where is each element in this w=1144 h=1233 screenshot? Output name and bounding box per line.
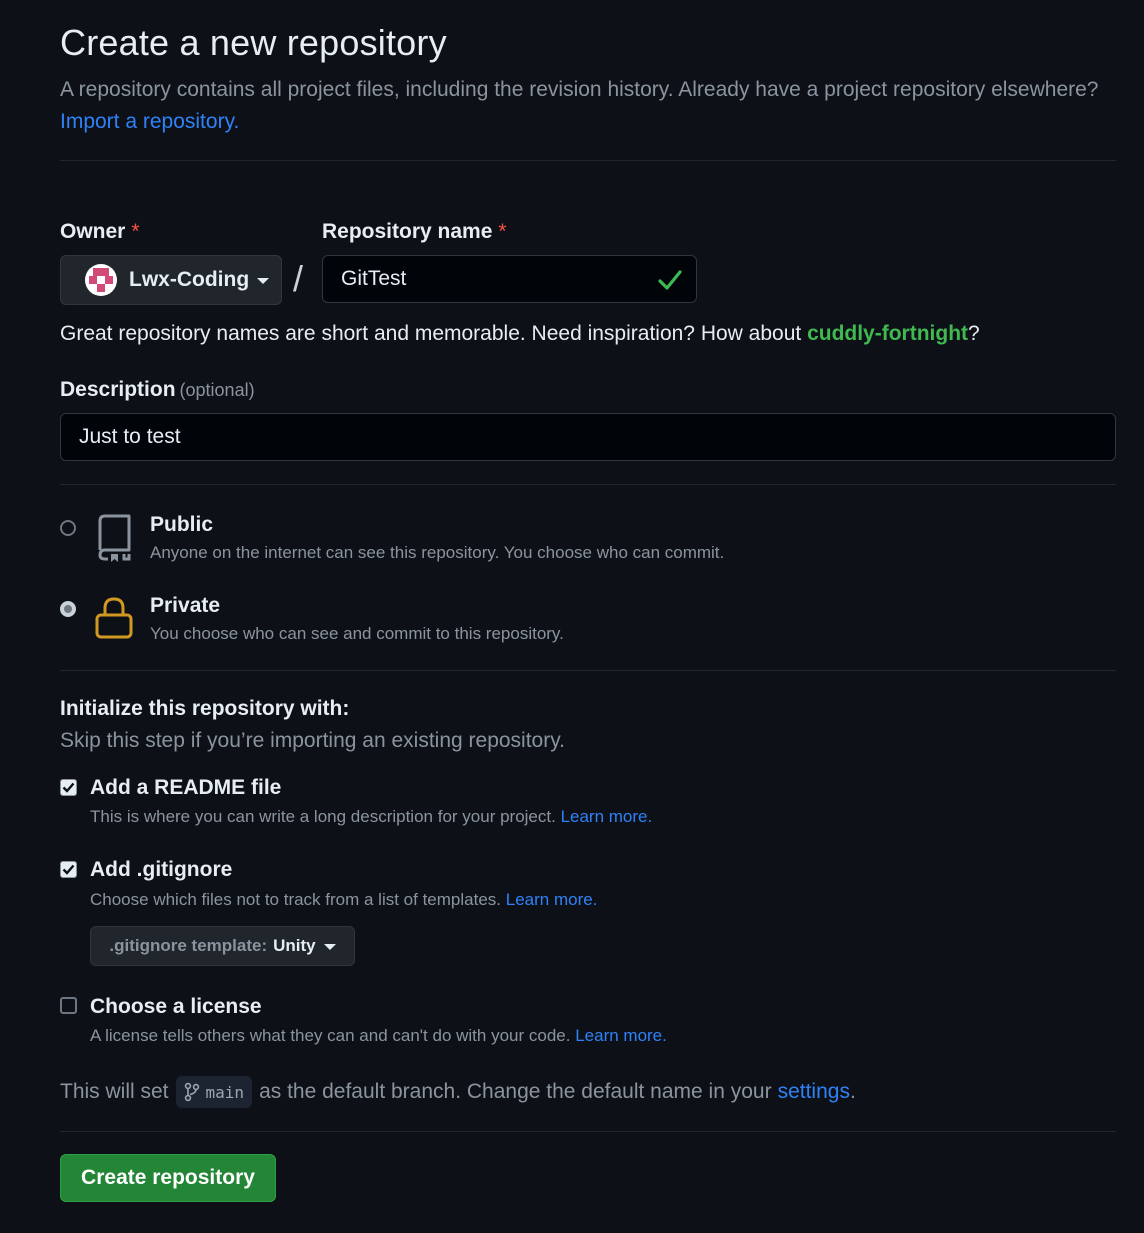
init-section-title: Initialize this repository with: bbox=[60, 697, 350, 720]
required-mark: * bbox=[498, 220, 507, 243]
owner-label: Owner * bbox=[60, 220, 140, 244]
license-desc: A license tells others what they can and… bbox=[90, 1026, 667, 1046]
owner-dropdown[interactable]: Lwx-Coding bbox=[60, 255, 282, 305]
gitignore-desc: Choose which files not to track from a l… bbox=[90, 890, 597, 910]
description-label: Description (optional) bbox=[60, 378, 255, 402]
checkmark-icon bbox=[62, 864, 75, 875]
owner-label-text: Owner bbox=[60, 220, 126, 243]
create-repo-page: Create a new repository A repository con… bbox=[0, 0, 1144, 1233]
owner-repo-separator: / bbox=[293, 258, 304, 299]
readme-checkbox[interactable] bbox=[60, 779, 77, 796]
gitignore-checkbox[interactable] bbox=[60, 861, 77, 878]
lock-icon bbox=[95, 597, 133, 639]
caret-down-icon bbox=[323, 944, 336, 950]
default-branch-note: This will set main as the default branch… bbox=[60, 1076, 856, 1108]
hint-text: Great repository names are short and mem… bbox=[60, 322, 802, 345]
page-title: Create a new repository bbox=[60, 22, 447, 63]
template-prefix: .gitignore template: bbox=[109, 936, 268, 955]
gitignore-learn-more-link[interactable]: Learn more. bbox=[506, 890, 598, 909]
check-icon bbox=[658, 270, 682, 290]
branch-note-after: as the default branch. Change the defaul… bbox=[259, 1080, 772, 1103]
required-mark: * bbox=[131, 220, 140, 243]
repo-name-label: Repository name * bbox=[322, 220, 507, 244]
divider bbox=[60, 1131, 1116, 1132]
private-radio[interactable] bbox=[60, 601, 76, 617]
readme-title: Add a README file bbox=[90, 776, 282, 799]
branch-chip: main bbox=[175, 1076, 253, 1108]
create-repository-button[interactable]: Create repository bbox=[60, 1154, 276, 1202]
private-desc: You choose who can see and commit to thi… bbox=[150, 624, 564, 643]
license-learn-more-link[interactable]: Learn more. bbox=[575, 1026, 667, 1045]
settings-link[interactable]: settings bbox=[778, 1080, 850, 1104]
caret-down-icon bbox=[257, 278, 270, 284]
init-section-subtitle: Skip this step if you’re importing an ex… bbox=[60, 729, 566, 752]
repo-book-icon bbox=[98, 514, 131, 562]
description-label-text: Description bbox=[60, 378, 176, 401]
page-subtitle: A repository contains all project files,… bbox=[60, 74, 1120, 138]
owner-name: Lwx-Coding bbox=[129, 268, 250, 291]
checkmark-icon bbox=[62, 782, 75, 793]
public-desc: Anyone on the internet can see this repo… bbox=[150, 543, 725, 562]
readme-desc-text: This is where you can write a long descr… bbox=[90, 807, 556, 826]
template-value: Unity bbox=[273, 936, 316, 955]
repo-name-input[interactable] bbox=[322, 255, 697, 303]
readme-learn-more-link[interactable]: Learn more. bbox=[561, 807, 653, 826]
gitignore-template-dropdown[interactable]: .gitignore template: Unity bbox=[90, 926, 355, 966]
suggested-name[interactable]: cuddly-fortnight bbox=[807, 322, 968, 345]
license-desc-text: A license tells others what they can and… bbox=[90, 1026, 571, 1045]
repo-name-label-text: Repository name bbox=[322, 220, 493, 243]
license-title: Choose a license bbox=[90, 995, 262, 1018]
readme-desc: This is where you can write a long descr… bbox=[90, 807, 652, 827]
git-branch-icon bbox=[184, 1082, 199, 1102]
gitignore-desc-text: Choose which files not to track from a l… bbox=[90, 890, 502, 909]
private-title: Private bbox=[150, 594, 221, 617]
public-radio[interactable] bbox=[60, 520, 76, 536]
optional-tag: (optional) bbox=[179, 380, 255, 400]
branch-name: main bbox=[205, 1082, 245, 1102]
divider bbox=[60, 160, 1116, 161]
avatar bbox=[85, 264, 117, 296]
hint-suffix: ? bbox=[968, 322, 980, 345]
name-hint: Great repository names are short and mem… bbox=[60, 322, 980, 346]
branch-note-before: This will set bbox=[60, 1080, 169, 1103]
divider bbox=[60, 670, 1116, 671]
license-checkbox[interactable] bbox=[60, 997, 77, 1014]
subtitle-text: A repository contains all project files,… bbox=[60, 78, 1099, 101]
branch-note-end: . bbox=[849, 1080, 856, 1103]
description-input[interactable] bbox=[60, 413, 1116, 461]
divider bbox=[60, 484, 1116, 485]
gitignore-title: Add .gitignore bbox=[90, 858, 233, 881]
import-repository-link[interactable]: Import a repository. bbox=[60, 110, 239, 133]
public-title: Public bbox=[150, 513, 214, 536]
